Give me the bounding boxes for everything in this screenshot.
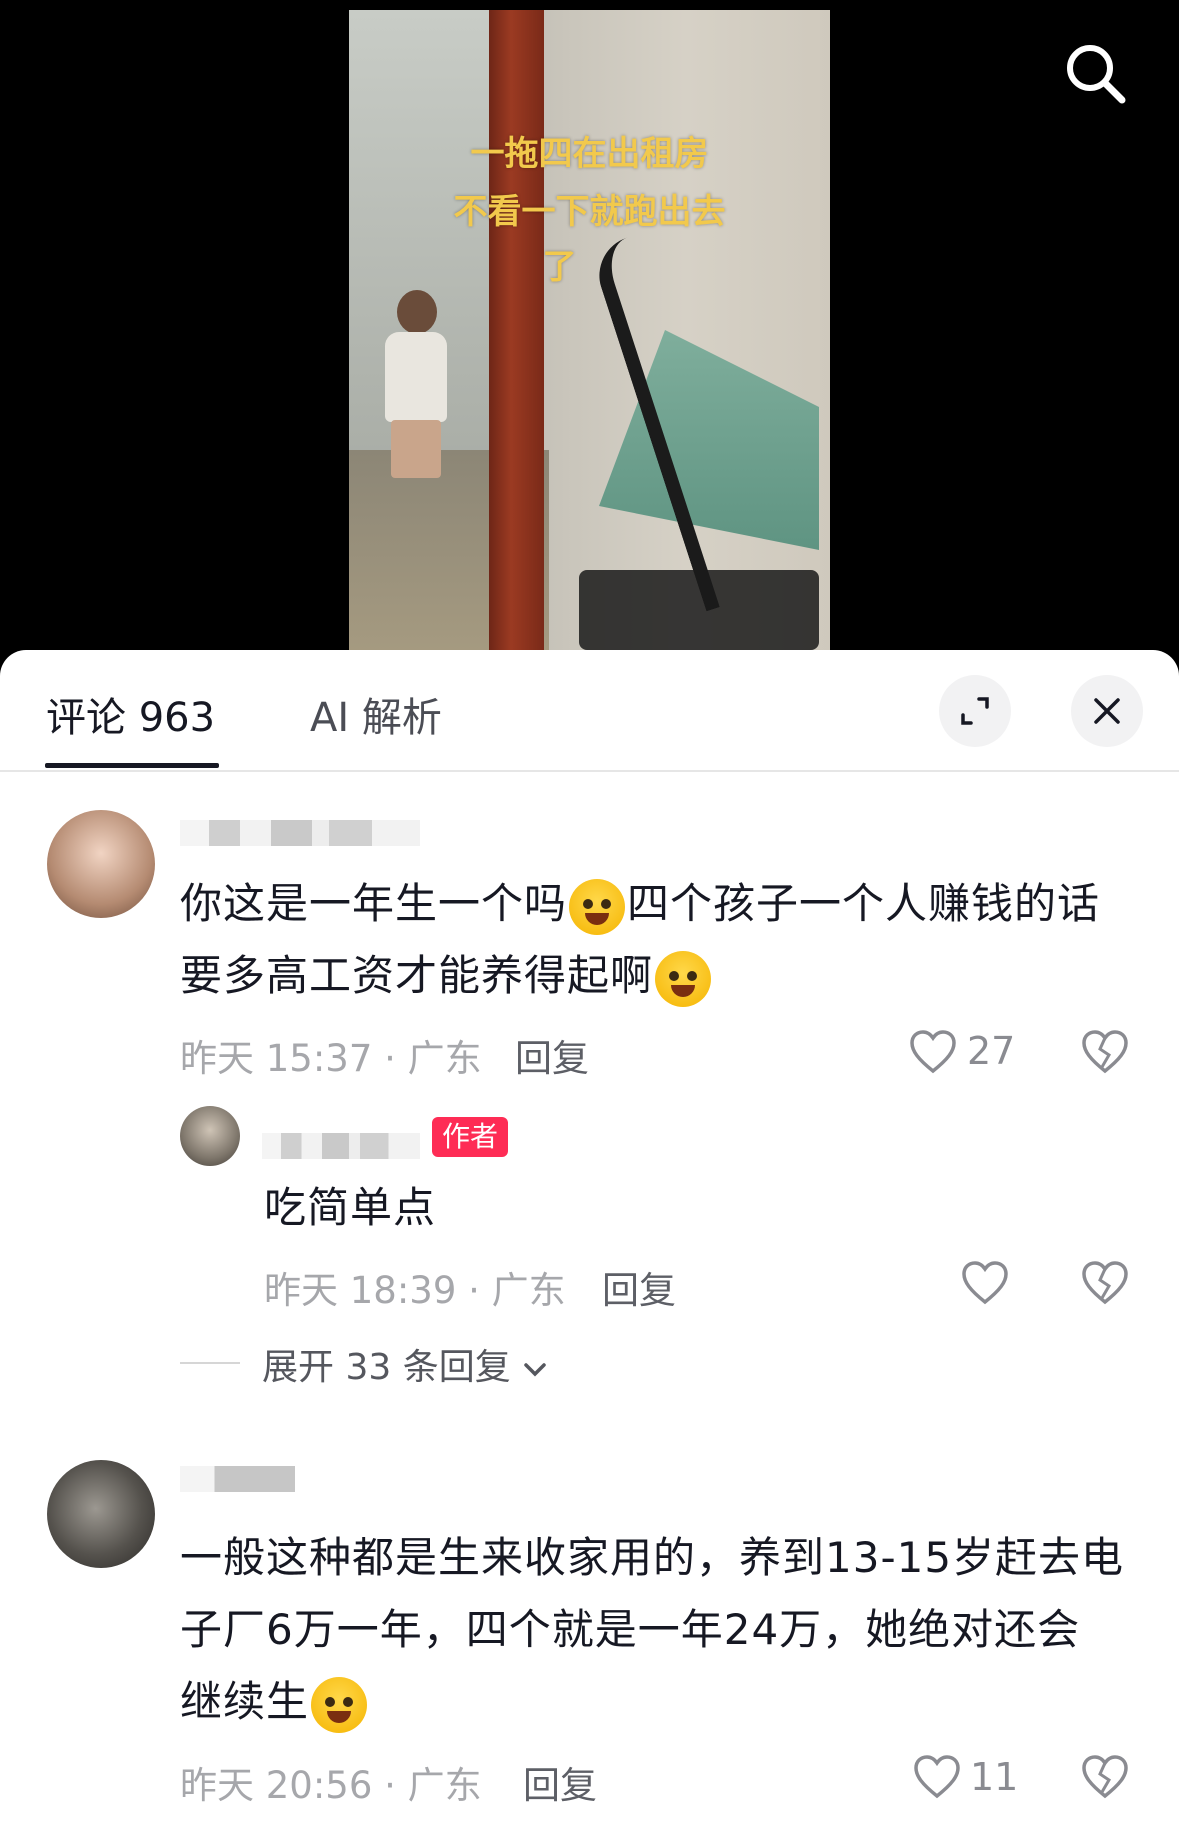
comment-text: 子厂6万一年，四个就是一年24万，她绝对还会 [180, 1605, 1081, 1654]
video-caption-line: 一拖四在出租房 [470, 134, 709, 174]
broken-heart-icon [1082, 1755, 1128, 1799]
dislike-button[interactable] [1080, 1258, 1130, 1312]
comment-text: 要多高工资才能养得起啊 [180, 940, 713, 1012]
comment-text: 你这是一年生一个吗 四个孩子一个人赚钱的话 [180, 868, 1100, 940]
like-button[interactable] [960, 1258, 1010, 1312]
like-count: 11 [970, 1755, 1019, 1799]
dislike-button[interactable] [1080, 1027, 1130, 1081]
expand-divider [180, 1362, 240, 1364]
tab-comments[interactable]: 评论 963 [46, 685, 215, 743]
heart-icon [910, 1030, 956, 1074]
expand-replies-button[interactable]: 展开 33 条回复 [262, 1338, 548, 1390]
reply-timestamp: 昨天 18:39 · 广东 [264, 1269, 566, 1312]
reply-button[interactable]: 回复 [602, 1260, 676, 1314]
comment-text-segment: 你这是一年生一个吗 [180, 879, 568, 928]
expand-icon [961, 697, 989, 725]
comment-text: 继续生 [180, 1666, 369, 1738]
tab-ai-analysis[interactable]: AI 解析 [310, 685, 442, 743]
comment-text: 一般这种都是生来收家用的，养到13-15岁赶去电 [180, 1533, 1125, 1582]
dislike-button[interactable] [1080, 1752, 1130, 1806]
broken-heart-icon [1082, 1030, 1128, 1074]
expand-replies-label: 展开 33 条回复 [262, 1347, 511, 1388]
comment-text-segment: 四个孩子一个人赚钱的话 [627, 879, 1101, 928]
chevron-down-icon [524, 1363, 546, 1377]
loudly-crying-emoji-icon [569, 878, 626, 935]
video-caption-line: 不看一下就跑出去 [453, 192, 726, 232]
heart-icon [914, 1755, 960, 1799]
like-button[interactable] [908, 1027, 958, 1081]
video-child [379, 290, 449, 480]
reply-button[interactable]: 回复 [515, 1028, 589, 1082]
heart-icon [962, 1261, 1008, 1305]
avatar[interactable] [47, 810, 155, 918]
video-door-frame [489, 10, 544, 650]
comment-timestamp: 昨天 20:56 · 广东 [180, 1764, 482, 1807]
reply-button[interactable]: 回复 [523, 1755, 597, 1809]
comment-tabs: 评论 963 AI 解析 [0, 650, 1179, 772]
like-count: 27 [967, 1029, 1016, 1073]
video-caption-line: 了 [542, 247, 577, 287]
video-player[interactable]: 一拖四在出租房 不看一下就跑出去 了 [349, 10, 830, 650]
avatar[interactable] [180, 1106, 240, 1166]
close-button[interactable] [1071, 675, 1143, 747]
comment-text-segment: 要多高工资才能养得起啊 [180, 951, 654, 1000]
loudly-crying-emoji-icon [655, 950, 712, 1007]
comment-timestamp: 昨天 15:37 · 广东 [180, 1037, 482, 1080]
username-blurred[interactable] [180, 820, 420, 846]
close-icon [1094, 698, 1120, 724]
username-blurred[interactable] [180, 1466, 295, 1492]
video-stroller-base [579, 570, 819, 650]
expand-button[interactable] [939, 675, 1011, 747]
author-badge: 作者 [432, 1117, 509, 1157]
rolling-laughing-emoji-icon [311, 1676, 368, 1733]
broken-heart-icon [1082, 1261, 1128, 1305]
active-tab-indicator [45, 763, 219, 768]
avatar[interactable] [47, 1460, 155, 1568]
comment-text-segment: 继续生 [180, 1677, 310, 1726]
search-icon[interactable] [1060, 38, 1132, 110]
reply-text: 吃简单点 [264, 1183, 437, 1232]
username-blurred[interactable] [262, 1133, 420, 1159]
like-button[interactable] [912, 1752, 962, 1806]
